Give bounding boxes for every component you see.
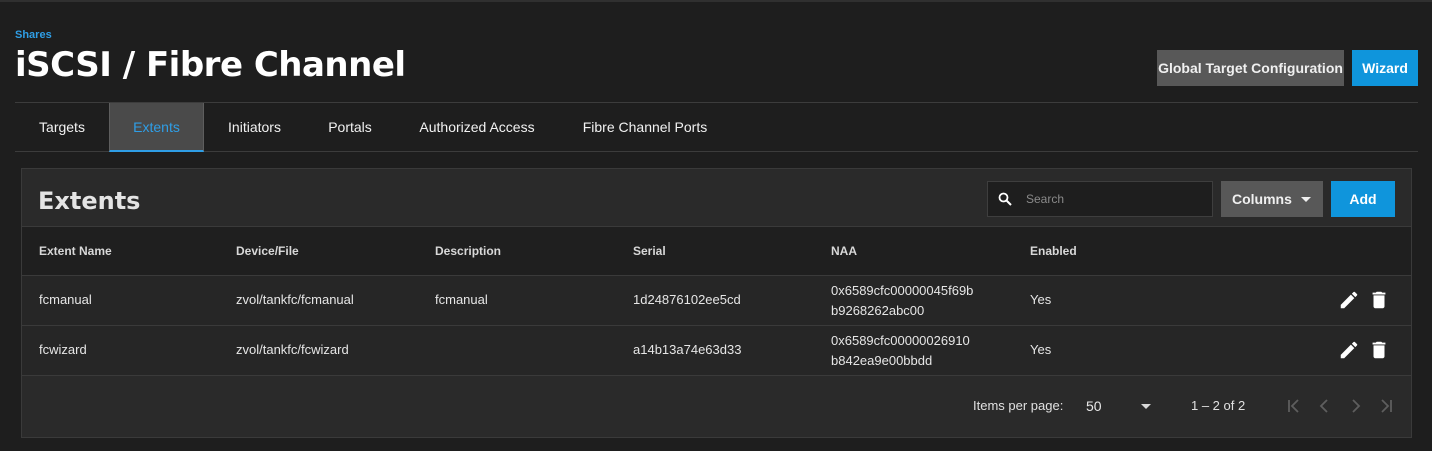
last-page-icon[interactable]	[1376, 398, 1394, 414]
breadcrumb[interactable]: Shares	[15, 29, 52, 41]
cell-extent-name: fcmanual	[39, 292, 92, 307]
cell-enabled: Yes	[1030, 292, 1052, 307]
tab-extents[interactable]: Extents	[109, 103, 204, 152]
columns-button[interactable]: Columns	[1221, 181, 1323, 217]
top-border	[0, 0, 1432, 2]
column-header-description[interactable]: Description	[435, 244, 501, 258]
cell-description: fcmanual	[435, 292, 488, 307]
tab-portals[interactable]: Portals	[311, 103, 389, 152]
cell-extent-name: fcwizard	[39, 342, 87, 357]
edit-icon[interactable]	[1338, 339, 1360, 361]
global-target-configuration-button[interactable]: Global Target Configuration	[1157, 50, 1344, 86]
tab-fibre-channel-ports[interactable]: Fibre Channel Ports	[571, 103, 719, 152]
column-header-naa[interactable]: NAA	[831, 244, 857, 258]
edit-icon[interactable]	[1338, 289, 1360, 311]
first-page-icon[interactable]	[1286, 398, 1304, 414]
page-size-select[interactable]: 50	[1086, 398, 1102, 414]
cell-enabled: Yes	[1030, 342, 1052, 357]
tab-initiators[interactable]: Initiators	[210, 103, 299, 152]
tab-bar: Targets Extents Initiators Portals Autho…	[15, 102, 1418, 152]
search-input[interactable]	[1026, 182, 1206, 216]
add-button[interactable]: Add	[1331, 181, 1395, 217]
chevron-down-icon	[1301, 197, 1311, 202]
delete-icon[interactable]	[1368, 339, 1390, 361]
cell-device-file: zvol/tankfc/fcmanual	[236, 292, 354, 307]
page-range-label: 1 – 2 of 2	[1191, 398, 1246, 413]
card-title: Extents	[38, 187, 141, 215]
items-per-page-label: Items per page:	[973, 398, 1064, 413]
table-row[interactable]: fcmanual zvol/tankfc/fcmanual fcmanual 1…	[22, 276, 1411, 326]
chevron-down-icon[interactable]	[1141, 404, 1151, 409]
table-header: Extent Name Device/File Description Seri…	[22, 226, 1411, 276]
naa-line: b9268262abc00	[831, 303, 925, 318]
column-header-enabled[interactable]: Enabled	[1030, 244, 1077, 258]
column-header-device-file[interactable]: Device/File	[236, 244, 299, 258]
search-icon	[998, 192, 1012, 206]
naa-line: b842ea9e00bbdd	[831, 353, 933, 368]
column-header-extent-name[interactable]: Extent Name	[39, 244, 112, 258]
page-title: iSCSI / Fibre Channel	[15, 45, 406, 85]
cell-device-file: zvol/tankfc/fcwizard	[236, 342, 349, 357]
next-page-icon[interactable]	[1346, 398, 1364, 414]
cell-naa: 0x6589cfc00000045f69b b9268262abc00	[831, 281, 973, 321]
tab-authorized-access[interactable]: Authorized Access	[405, 103, 549, 152]
search-box[interactable]	[987, 181, 1213, 217]
cell-serial: a14b13a74e63d33	[633, 342, 742, 357]
tab-targets[interactable]: Targets	[15, 103, 109, 152]
naa-line: 0x6589cfc00000026910	[831, 333, 970, 348]
wizard-button[interactable]: Wizard	[1352, 50, 1418, 86]
table-row[interactable]: fcwizard zvol/tankfc/fcwizard a14b13a74e…	[22, 326, 1411, 376]
cell-naa: 0x6589cfc00000026910 b842ea9e00bbdd	[831, 331, 970, 371]
previous-page-icon[interactable]	[1316, 398, 1334, 414]
paginator: Items per page: 50 1 – 2 of 2	[22, 376, 1411, 436]
extents-card: Extents Columns Add Extent Name Device/F…	[21, 168, 1412, 438]
naa-line: 0x6589cfc00000045f69b	[831, 283, 974, 298]
delete-icon[interactable]	[1368, 289, 1390, 311]
cell-serial: 1d24876102ee5cd	[633, 292, 741, 307]
columns-label: Columns	[1232, 191, 1292, 207]
column-header-serial[interactable]: Serial	[633, 244, 666, 258]
